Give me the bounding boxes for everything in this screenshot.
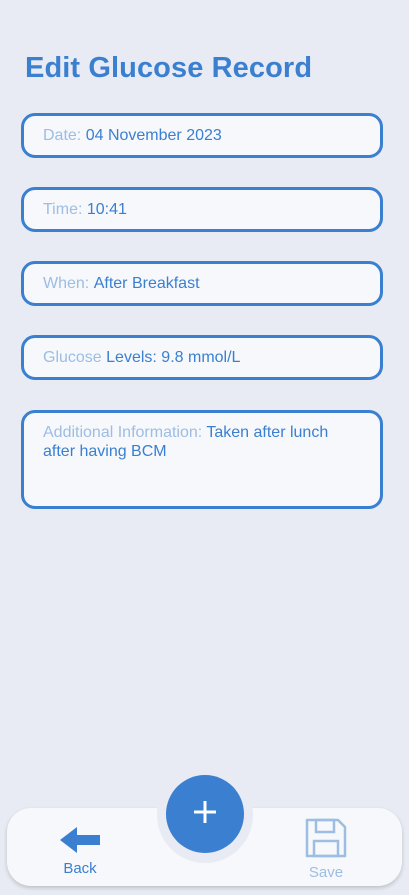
additional-info-field[interactable]: Additional Information: Taken after lunc…: [21, 410, 383, 509]
page-title: Edit Glucose Record: [25, 52, 313, 84]
time-field[interactable]: Time: 10:41: [21, 187, 383, 232]
when-field-label: When:: [43, 274, 90, 292]
floppy-disk-icon: [304, 817, 348, 863]
when-field-value: After Breakfast: [93, 274, 200, 292]
back-label: Back: [63, 860, 97, 877]
date-field-value: 04 November 2023: [85, 126, 222, 144]
glucose-field-label: Glucose: [43, 348, 102, 366]
glucose-field[interactable]: Glucose Levels: 9.8 mmol/L: [21, 335, 383, 380]
additional-info-label: Additional Information:: [43, 424, 203, 441]
additional-info-text: Additional Information: Taken after lunc…: [43, 423, 362, 461]
glucose-field-value: Levels: 9.8 mmol/L: [106, 348, 241, 366]
save-button[interactable]: Save: [294, 817, 358, 881]
time-field-value: 10:41: [86, 200, 127, 218]
when-field[interactable]: When: After Breakfast: [21, 261, 383, 306]
plus-icon: [192, 799, 218, 830]
back-button[interactable]: Back: [50, 826, 110, 877]
time-field-label: Time:: [43, 200, 83, 218]
add-record-button[interactable]: [166, 775, 244, 853]
save-label: Save: [308, 864, 344, 881]
date-field-label: Date:: [43, 126, 82, 144]
arrow-left-icon: [57, 826, 103, 858]
date-field[interactable]: Date: 04 November 2023: [21, 113, 383, 158]
